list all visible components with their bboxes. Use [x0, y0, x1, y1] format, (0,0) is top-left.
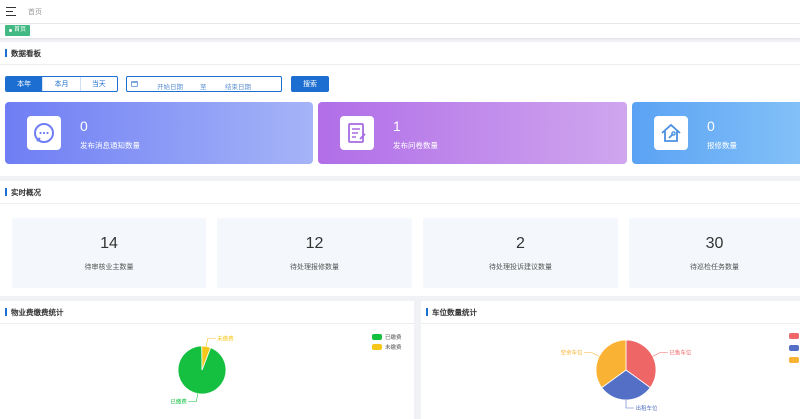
legend-item-free[interactable] — [789, 357, 799, 363]
legend-swatch — [789, 357, 799, 363]
stat-label: 待巡检任务数量 — [690, 264, 739, 271]
period-month-button[interactable]: 本月 — [42, 77, 79, 91]
notice-count: 0 — [80, 118, 88, 134]
hamburger-menu-icon[interactable] — [6, 7, 16, 16]
period-year-button[interactable]: 本年 — [6, 77, 43, 91]
top-navbar: 首页 — [0, 0, 800, 24]
pie-label-line-0 — [652, 352, 668, 357]
pie-label-1: 未缴费 — [217, 335, 234, 343]
pie-label-0: 已缴费 — [170, 397, 187, 405]
period-selector: 本年 本月 当天 — [5, 76, 118, 92]
stat-pending-inspections[interactable]: 30 待巡检任务数量 — [629, 218, 800, 288]
survey-count-label: 发布问卷数量 — [393, 141, 438, 150]
legend-item-paid[interactable]: 已缴费 — [372, 333, 402, 341]
stat-label: 待处理投诉建议数量 — [489, 264, 552, 271]
search-button[interactable]: 搜索 — [291, 76, 329, 92]
stat-label: 待处理报修数量 — [290, 264, 339, 271]
legend-swatch — [372, 334, 382, 340]
legend-item-rented[interactable] — [789, 345, 799, 351]
house-wrench-icon — [654, 116, 688, 150]
survey-icon — [340, 116, 374, 150]
parking-chart-panel: 车位数量统计 已售车位出租车位 空余车位 — [421, 301, 800, 419]
stat-value: 2 — [516, 235, 525, 252]
stat-label: 待审核业主数量 — [84, 264, 134, 271]
repair-count: 0 — [707, 118, 715, 134]
active-dot-icon — [9, 29, 12, 32]
fee-chart-panel: 物业费缴费统计 已缴费 未缴费 已缴费 未缴费 — [0, 301, 414, 419]
start-date-input[interactable]: 开始日期 — [157, 81, 183, 91]
stat-pending-complaints[interactable]: 2 待处理投诉建议数量 — [423, 218, 618, 288]
date-separator: 至 — [200, 84, 207, 91]
survey-count: 1 — [393, 118, 401, 134]
dashboard-title: 数据看板 — [5, 42, 41, 64]
pie-label-line-0 — [188, 393, 199, 402]
chat-icon — [27, 116, 61, 150]
date-range-picker[interactable]: 开始日期 至 结束日期 — [126, 76, 282, 92]
parking-chart-title: 车位数量统计 — [426, 301, 477, 323]
calendar-icon — [131, 81, 138, 87]
legend-item-unpaid[interactable]: 未缴费 — [372, 343, 402, 351]
legend-swatch — [789, 345, 799, 351]
divider — [0, 64, 800, 65]
parking-pie-chart: 已售车位出租车位 空余车位 — [561, 339, 692, 412]
legend-label: 已缴费 — [385, 335, 402, 341]
breadcrumb[interactable]: 首页 — [28, 7, 42, 17]
pie-label-0: 已售车位 — [669, 349, 692, 357]
repair-count-label: 报修数量 — [707, 141, 737, 150]
notice-count-label: 发布消息通知数量 — [80, 141, 140, 150]
stat-pending-owners[interactable]: 14 待审核业主数量 — [12, 218, 206, 288]
fee-chart-title: 物业费缴费统计 — [5, 301, 64, 323]
fee-pie-chart: 已缴费 未缴费 — [170, 335, 234, 406]
stat-value: 12 — [305, 235, 324, 252]
stat-card-surveys[interactable]: 1 发布问卷数量 — [318, 102, 627, 164]
tag-home[interactable]: 首页 — [5, 25, 31, 36]
stat-card-repairs[interactable]: 0 报修数量 — [632, 102, 800, 164]
pie-label-2: 空余车位 — [561, 349, 584, 357]
realtime-title: 实时概况 — [5, 181, 41, 203]
pie-label-line-2 — [584, 352, 600, 357]
stat-value: 14 — [100, 235, 118, 252]
period-today-button[interactable]: 当天 — [79, 77, 117, 91]
pie-label-line-1 — [625, 400, 634, 409]
legend-item-sold[interactable] — [789, 333, 799, 339]
stat-card-notices[interactable]: 0 发布消息通知数量 — [5, 102, 313, 164]
divider — [0, 203, 800, 204]
legend-label: 未缴费 — [385, 345, 402, 351]
pie-label-line-1 — [205, 338, 216, 347]
legend-swatch — [372, 344, 382, 350]
stat-value: 30 — [705, 235, 724, 252]
stat-pending-repairs[interactable]: 12 待处理报修数量 — [217, 218, 412, 288]
end-date-input[interactable]: 结束日期 — [225, 81, 251, 91]
legend-swatch — [789, 333, 799, 339]
pie-label-1: 出租车位 — [636, 404, 659, 412]
tags-view-bar: 首页 — [0, 24, 800, 38]
tag-label: 首页 — [14, 27, 27, 33]
